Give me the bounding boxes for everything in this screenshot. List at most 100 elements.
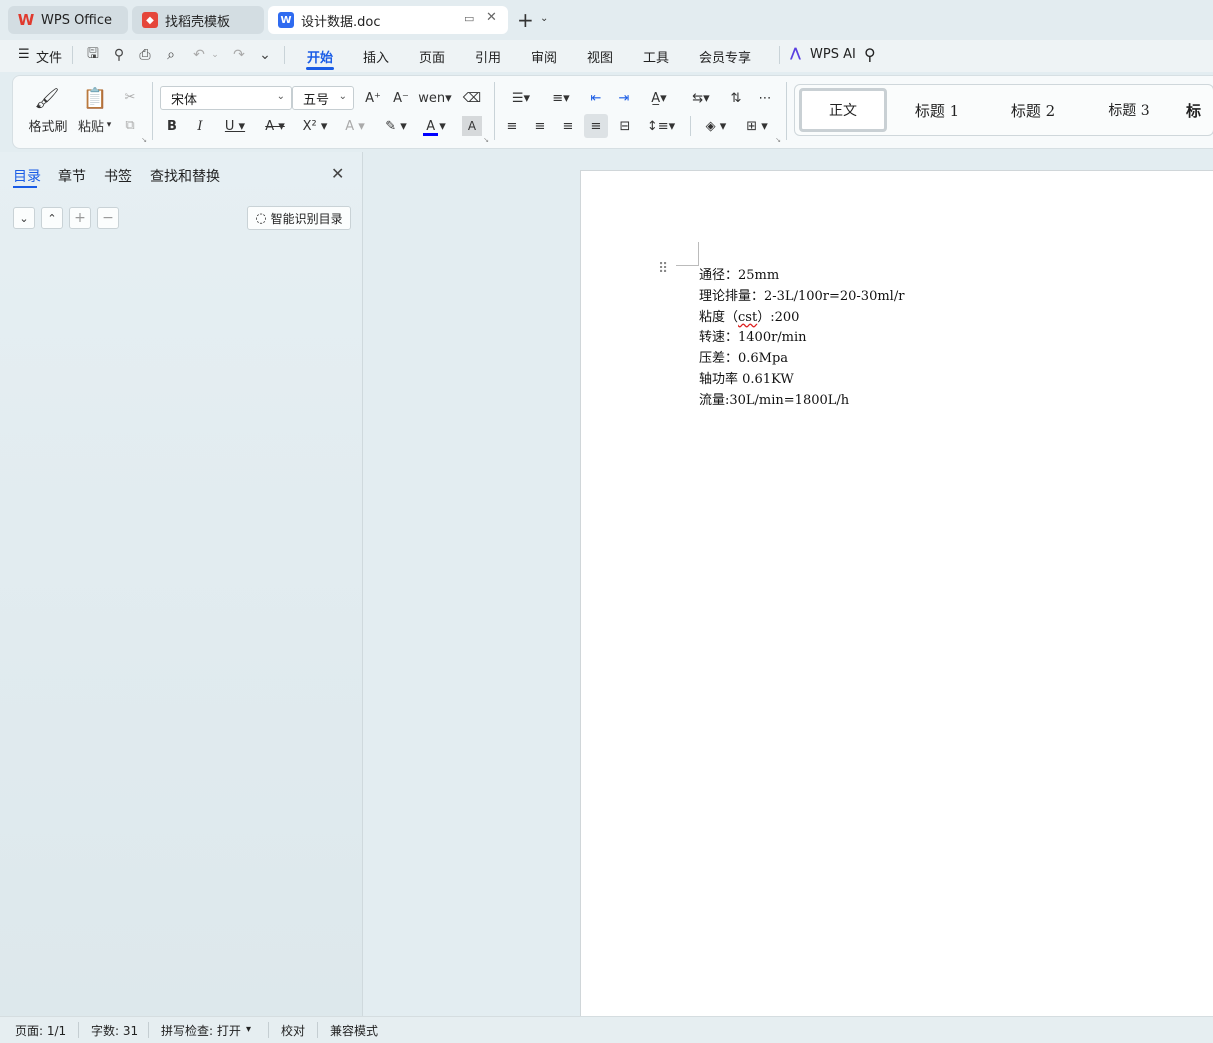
menu-review[interactable]: 审阅	[531, 47, 557, 66]
copy-icon[interactable]: ⧉	[120, 116, 140, 134]
char-shading-icon[interactable]: A	[462, 116, 482, 136]
page-margin-mark	[698, 242, 699, 265]
style-heading-partial[interactable]: 标	[1186, 88, 1213, 132]
menu-references[interactable]: 引用	[475, 47, 501, 66]
style-heading-2[interactable]: 标题 2	[989, 88, 1077, 132]
align-right-icon[interactable]: ≡	[558, 116, 578, 136]
distribute-icon[interactable]: ⊟	[614, 116, 636, 136]
tab-find-replace[interactable]: 查找和替换	[150, 166, 220, 186]
highlight-icon[interactable]: ✎ ▾	[380, 116, 412, 136]
chevron-down-icon: ⌄	[338, 91, 347, 102]
drag-handle-icon[interactable]: ⠿	[658, 262, 668, 276]
tab-toc[interactable]: 目录	[13, 166, 41, 186]
superscript-icon[interactable]: X² ▾	[300, 116, 330, 136]
remove-level-icon[interactable]: −	[97, 207, 119, 229]
line-spacing-icon[interactable]: ↕≡▾	[646, 116, 676, 136]
justify-icon[interactable]: ≡	[584, 114, 608, 138]
style-heading-3[interactable]: 标题 3	[1085, 88, 1173, 132]
bullet-list-icon[interactable]: ☰▾	[506, 88, 536, 108]
menu-page[interactable]: 页面	[419, 47, 445, 66]
document-body[interactable]: 通径：25mm 理论排量：2-3L/100r=20-30ml/r 粘度（cst）…	[699, 266, 904, 412]
close-icon[interactable]: ✕	[331, 164, 344, 183]
tab-label: 设计数据.doc	[301, 14, 381, 30]
print-icon[interactable]: ⎙	[136, 46, 154, 64]
tab-docer-templates[interactable]: ◆ 找稻壳模板	[132, 6, 264, 34]
decrease-font-icon[interactable]: A⁻	[390, 88, 412, 108]
window-icon[interactable]: ▭	[464, 12, 474, 25]
tab-bookmarks[interactable]: 书签	[104, 166, 132, 186]
paste-button[interactable]: 粘贴	[76, 116, 106, 135]
word-count[interactable]: 字数: 31	[91, 1022, 138, 1039]
underline-icon[interactable]: U ▾	[220, 116, 250, 136]
increase-indent-icon[interactable]: ⇥	[614, 88, 634, 108]
wps-ai-button[interactable]: WPS AI	[810, 47, 856, 62]
collapse-chevron-up-icon[interactable]: ⌃	[41, 207, 63, 229]
customize-chevron-icon[interactable]: ⌄	[256, 46, 274, 64]
dialog-launcher-icon[interactable]: ↘	[774, 136, 782, 144]
align-left-icon[interactable]: ≡	[502, 116, 522, 136]
menu-home[interactable]: 开始	[307, 47, 333, 66]
undo-dropdown-icon[interactable]: ⌄	[206, 46, 224, 64]
paste-icon[interactable]: 📋	[82, 86, 108, 110]
menu-tools[interactable]: 工具	[643, 47, 669, 66]
tab-document[interactable]: W 设计数据.doc ▭ ✕	[268, 6, 508, 34]
spell-check-toggle[interactable]: 拼写检查: 打开	[161, 1022, 241, 1039]
bold-icon[interactable]: B	[162, 116, 182, 136]
smart-toc-button[interactable]: ◌ 智能识别目录	[247, 206, 351, 230]
chevron-down-icon[interactable]: ⌄	[540, 13, 548, 24]
format-painter-icon[interactable]: 🖌	[34, 86, 60, 110]
tab-sections[interactable]: 章节	[58, 166, 86, 186]
clear-format-icon[interactable]: ⌫	[462, 88, 482, 108]
save-icon[interactable]: 🖫	[84, 46, 102, 64]
style-normal[interactable]: 正文	[799, 88, 887, 132]
expand-chevron-down-icon[interactable]: ⌄	[13, 207, 35, 229]
chevron-down-icon: ⌄	[276, 91, 285, 102]
page-indicator[interactable]: 页面: 1/1	[15, 1022, 66, 1039]
align-center-icon[interactable]: ≡	[530, 116, 550, 136]
divider	[268, 1022, 269, 1038]
shading-icon[interactable]: ◈ ▾	[700, 116, 732, 136]
decrease-indent-icon[interactable]: ⇤	[586, 88, 606, 108]
text-direction-icon[interactable]: A̲▾	[644, 88, 674, 108]
style-heading-1[interactable]: 标题 1	[893, 88, 981, 132]
print-preview-icon[interactable]: ⌕	[162, 46, 180, 64]
sort-icon[interactable]: ⇅	[726, 88, 746, 108]
chevron-down-icon[interactable]: ▾	[246, 1024, 251, 1035]
key-icon[interactable]: ⚲	[110, 46, 128, 64]
hamburger-icon[interactable]: ☰	[18, 47, 30, 62]
italic-icon[interactable]: I	[190, 116, 210, 136]
tab-wps-office[interactable]: W WPS Office	[8, 6, 128, 34]
divider	[317, 1022, 318, 1038]
paste-dropdown-icon[interactable]: ▾	[104, 118, 114, 132]
add-level-icon[interactable]: +	[69, 207, 91, 229]
numbered-list-icon[interactable]: ≡▾	[546, 88, 576, 108]
menu-insert[interactable]: 插入	[363, 47, 389, 66]
redo-icon[interactable]: ↷	[230, 46, 248, 64]
close-tab-icon[interactable]: ✕	[486, 10, 497, 25]
format-painter-button[interactable]: 格式刷	[28, 116, 68, 135]
compat-mode-label: 兼容模式	[330, 1024, 379, 1038]
new-tab-icon[interactable]: +	[517, 10, 534, 30]
proofread-button[interactable]: 校对	[281, 1022, 305, 1039]
divider	[494, 82, 495, 140]
doc-line: 粘度（cst）:200	[699, 308, 904, 329]
borders-icon[interactable]: ⊞ ▾	[742, 116, 772, 136]
word-doc-icon: W	[278, 12, 294, 28]
status-bar: 页面: 1/1 字数: 31 拼写检查: 打开 ▾ 校对 兼容模式	[0, 1016, 1213, 1043]
search-icon[interactable]: ⚲	[864, 45, 876, 64]
font-name-select[interactable]: 宋体 ⌄	[160, 86, 292, 110]
menu-view[interactable]: 视图	[587, 47, 613, 66]
strikethrough-icon[interactable]: A ▾	[260, 116, 290, 136]
font-size-select[interactable]: 五号 ⌄	[292, 86, 354, 110]
dialog-launcher-icon[interactable]: ↘	[140, 136, 148, 144]
text-effect-icon[interactable]: A ▾	[340, 116, 370, 136]
increase-font-icon[interactable]: A⁺	[362, 88, 384, 108]
cut-icon[interactable]: ✂	[120, 88, 140, 106]
change-case-icon[interactable]: ⇆▾	[686, 88, 716, 108]
dialog-launcher-icon[interactable]: ↘	[482, 136, 490, 144]
phonetic-guide-icon[interactable]: wen▾	[418, 88, 451, 108]
show-marks-icon[interactable]: ⋯	[754, 88, 776, 108]
file-menu[interactable]: 文件	[36, 47, 62, 66]
divider	[152, 82, 153, 140]
menu-membership[interactable]: 会员专享	[699, 47, 751, 66]
